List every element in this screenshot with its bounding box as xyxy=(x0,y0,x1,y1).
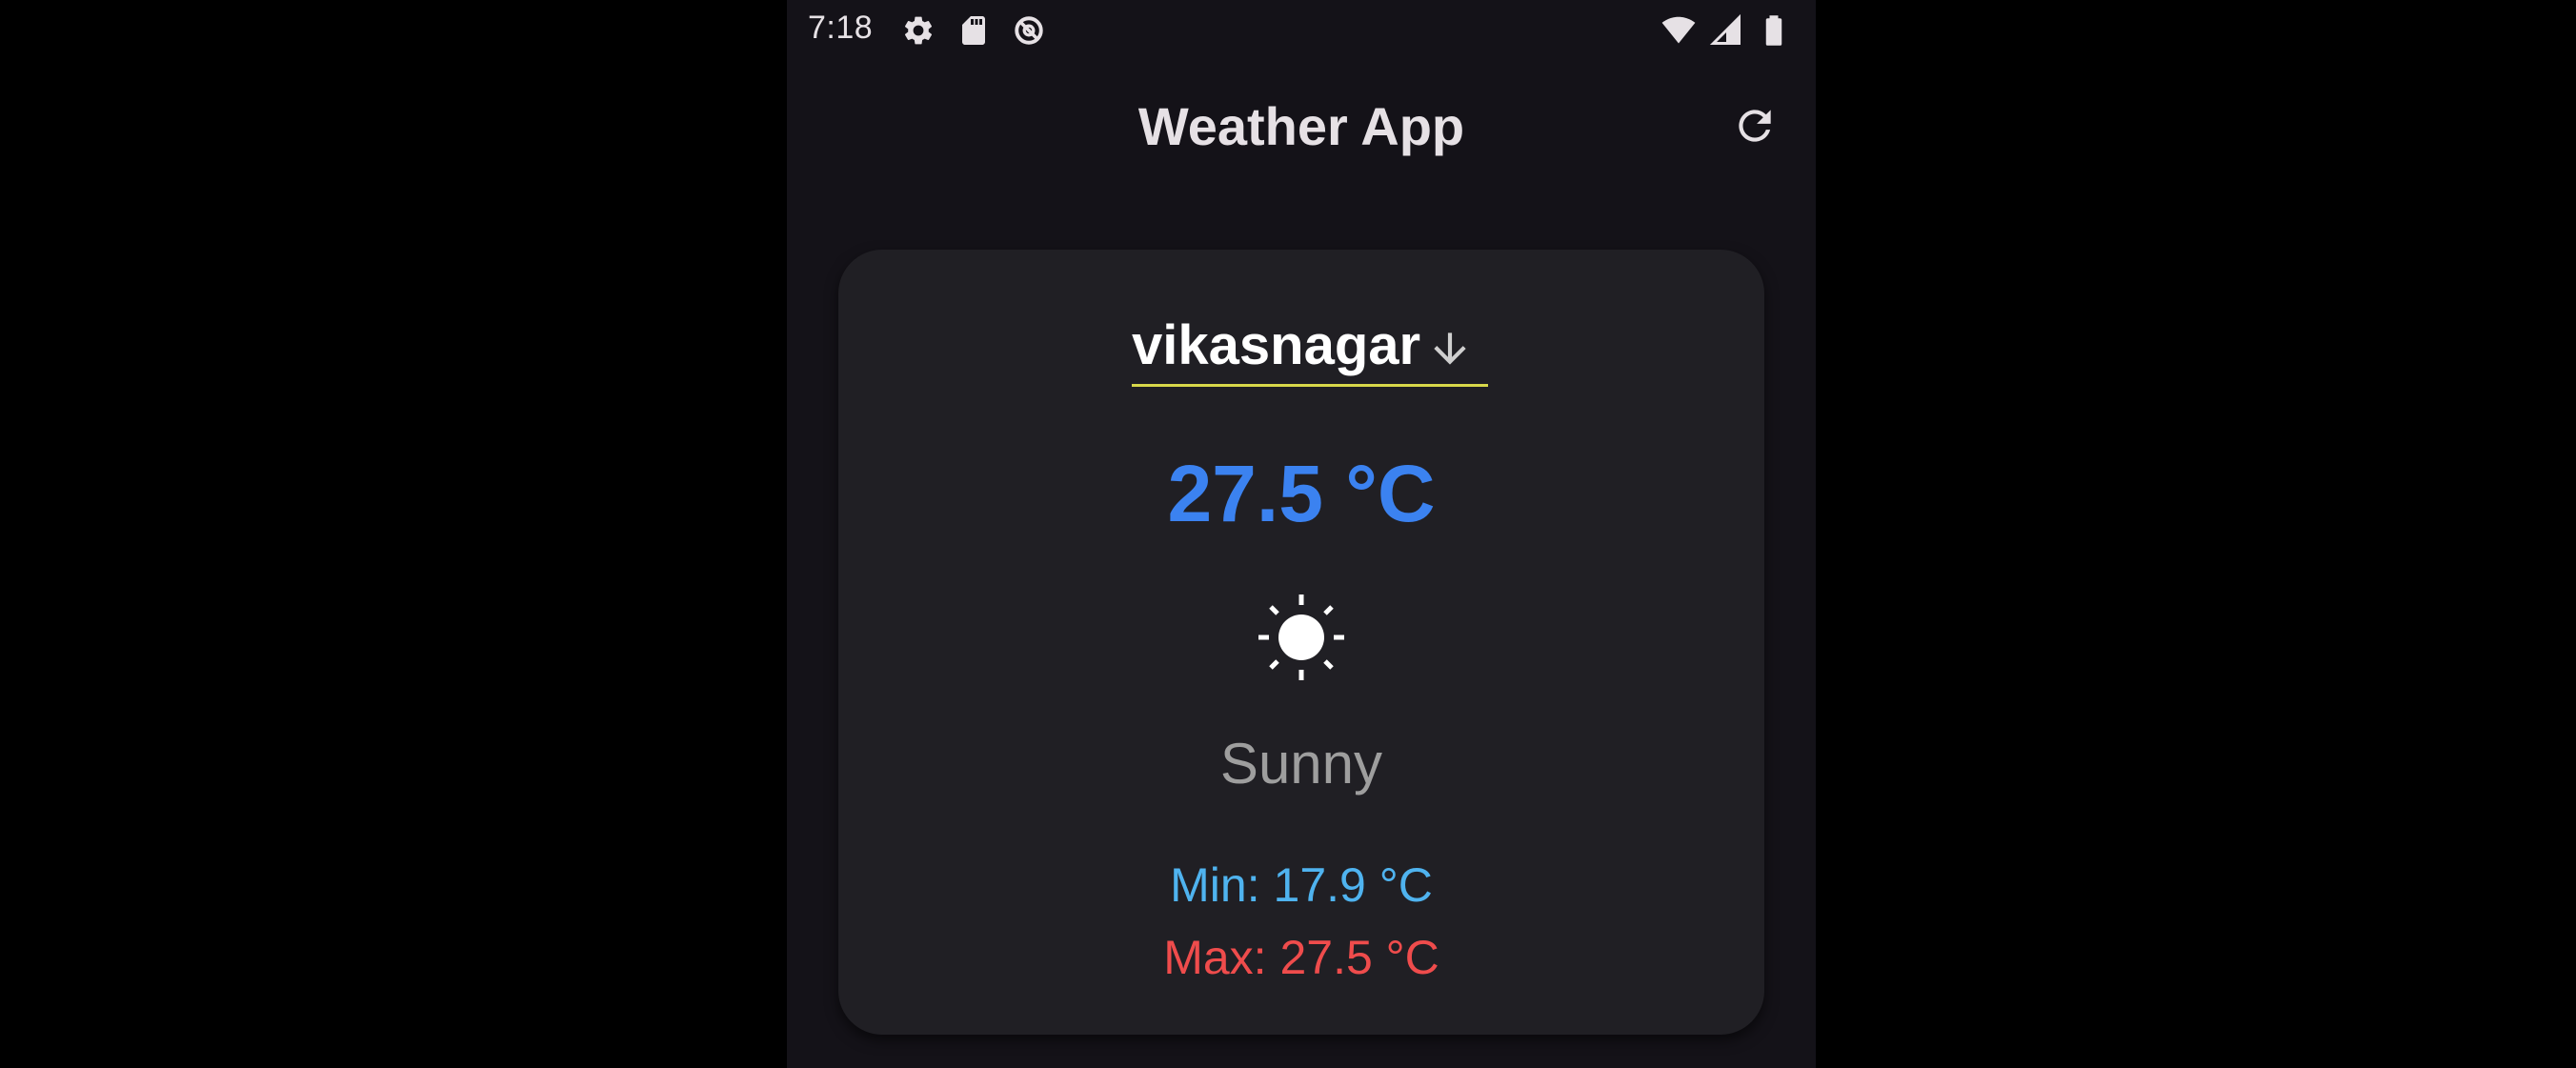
max-temperature: Max: 27.5 °C xyxy=(1163,931,1439,984)
data-saver-icon xyxy=(1015,16,1043,45)
sd-card-icon xyxy=(962,16,985,45)
status-bar: 7:18 xyxy=(787,0,1816,59)
weather-card: vikasnagar 27.5 °C Sunny Min: 17.9 °C Ma… xyxy=(838,250,1764,1035)
city-dropdown[interactable]: vikasnagar xyxy=(1132,312,1488,387)
status-right-icons xyxy=(1661,13,1791,48)
refresh-button[interactable] xyxy=(1726,97,1783,154)
current-temperature: 27.5 °C xyxy=(1167,449,1436,538)
status-left-icons xyxy=(901,13,1046,48)
weather-condition: Sunny xyxy=(1219,732,1383,796)
wifi-icon xyxy=(1661,16,1696,44)
refresh-icon xyxy=(1739,110,1771,142)
settings-gear-icon xyxy=(904,16,933,45)
status-time: 7:18 xyxy=(808,10,874,46)
phone-screen: 7:18 Weather App vikasnagar 27.5 °C Sunn… xyxy=(787,0,1816,1068)
cell-signal-icon xyxy=(1709,13,1741,45)
min-temperature: Min: 17.9 °C xyxy=(1170,858,1433,912)
app-bar: Weather App xyxy=(787,59,1816,200)
arrow-down-icon xyxy=(1434,332,1466,365)
app-title: Weather App xyxy=(1137,96,1465,156)
battery-icon xyxy=(1765,15,1782,46)
sun-icon xyxy=(1258,594,1344,680)
city-name: vikasnagar xyxy=(1132,313,1421,376)
